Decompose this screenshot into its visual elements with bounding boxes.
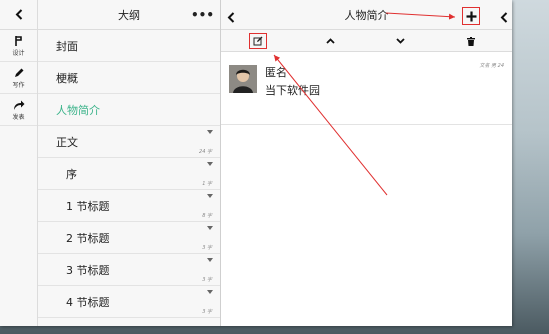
- more-options-icon[interactable]: •••: [191, 8, 214, 22]
- outline-item[interactable]: 人物简介: [38, 94, 220, 126]
- outline-item[interactable]: 3 节标题 3 字: [38, 254, 220, 286]
- publish-tool-button[interactable]: 发表: [0, 94, 37, 126]
- outline-item[interactable]: 封面: [38, 30, 220, 62]
- character-meta: 文名 男 24: [479, 63, 504, 69]
- delete-button[interactable]: [462, 33, 480, 49]
- outline-title: 大纲: [118, 8, 140, 22]
- outline-item-label: 封面: [56, 39, 78, 53]
- move-up-button[interactable]: [321, 33, 339, 49]
- edit-icon: [253, 36, 263, 46]
- outline-item-label: 正文: [56, 135, 78, 149]
- trash-icon: [467, 36, 475, 46]
- caret-down-icon[interactable]: [207, 194, 213, 198]
- plus-icon: [466, 11, 476, 21]
- word-count: 1 字: [202, 181, 212, 187]
- write-tool-button[interactable]: 写作: [0, 62, 37, 94]
- chevron-left-icon: [15, 9, 22, 20]
- outline-item-label: 3 节标题: [66, 263, 110, 277]
- word-count: 24 字: [199, 149, 212, 155]
- edit-button[interactable]: [249, 33, 267, 49]
- publish-tool-label: 发表: [12, 113, 25, 121]
- outline-item[interactable]: 1 节标题 8 字: [38, 190, 220, 222]
- outline-item-label: 人物简介: [56, 103, 100, 117]
- left-toolbar: 设计 写作 发表: [0, 0, 38, 326]
- outline-item-label: 序: [66, 167, 77, 181]
- outline-panel: 大纲 ••• 封面梗概人物简介正文 24 字序 1 字 1 节标题 8 字 2 节标题 3 …: [38, 0, 221, 326]
- pencil-icon: [14, 68, 23, 77]
- outline-item-label: 2 节标题: [66, 231, 110, 245]
- caret-down-icon[interactable]: [207, 226, 213, 230]
- content-panel: 人物简介 匿名 当下软件园 文名 男 24: [221, 0, 512, 326]
- character-card[interactable]: 匿名 当下软件园 文名 男 24: [221, 55, 512, 125]
- outline-list: 封面 梗概 人物简介 正文 24 字序1 字1 节标题 8 字2 节标题 3 字3 节标题 3…: [38, 30, 220, 318]
- word-count: 3 字: [202, 309, 212, 315]
- back-button[interactable]: [0, 0, 37, 30]
- design-icon: [14, 35, 22, 46]
- content-toolbar: [221, 30, 512, 52]
- content-back-button[interactable]: [227, 8, 235, 27]
- move-down-button[interactable]: [391, 33, 409, 49]
- write-tool-label: 写作: [12, 81, 25, 89]
- chevron-up-icon: [325, 38, 335, 44]
- caret-down-icon[interactable]: [207, 130, 213, 134]
- outline-item[interactable]: 正文 24 字: [38, 126, 220, 158]
- outline-item-label: 1 节标题: [66, 199, 110, 213]
- outline-item[interactable]: 梗概: [38, 62, 220, 94]
- character-description: 当下软件园: [265, 84, 320, 97]
- chevron-left-icon: [227, 12, 235, 23]
- design-tool-label: 设计: [12, 49, 25, 57]
- word-count: 3 字: [202, 245, 212, 251]
- content-header: 人物简介: [221, 0, 512, 30]
- outline-item-label: 梗概: [56, 71, 78, 85]
- content-title: 人物简介: [344, 8, 389, 22]
- collapse-panel-button[interactable]: [500, 8, 508, 27]
- word-count: 3 字: [202, 277, 212, 283]
- word-count: 8 字: [202, 213, 212, 219]
- chevron-down-icon: [395, 38, 405, 44]
- chevron-left-icon: [500, 12, 508, 23]
- app-window: 设计 写作 发表 大纲 ••• 封面 梗概 人物简介 正文 24 字序1 字1 节标题 8…: [0, 0, 512, 326]
- caret-down-icon[interactable]: [207, 162, 213, 166]
- outline-header: 大纲 •••: [38, 0, 220, 30]
- avatar: [229, 65, 257, 93]
- outline-item-label: 4 节标题: [66, 295, 110, 309]
- add-character-button[interactable]: [462, 7, 480, 25]
- design-tool-button[interactable]: 设计: [0, 30, 37, 62]
- character-name: 匿名: [265, 66, 287, 79]
- share-icon: [13, 100, 24, 110]
- outline-item[interactable]: 序 1 字: [38, 158, 220, 190]
- outline-item[interactable]: 4 节标题 3 字: [38, 286, 220, 318]
- caret-down-icon[interactable]: [207, 258, 213, 262]
- outline-item[interactable]: 2 节标题 3 字: [38, 222, 220, 254]
- caret-down-icon[interactable]: [207, 290, 213, 294]
- person-photo-icon: [229, 65, 257, 93]
